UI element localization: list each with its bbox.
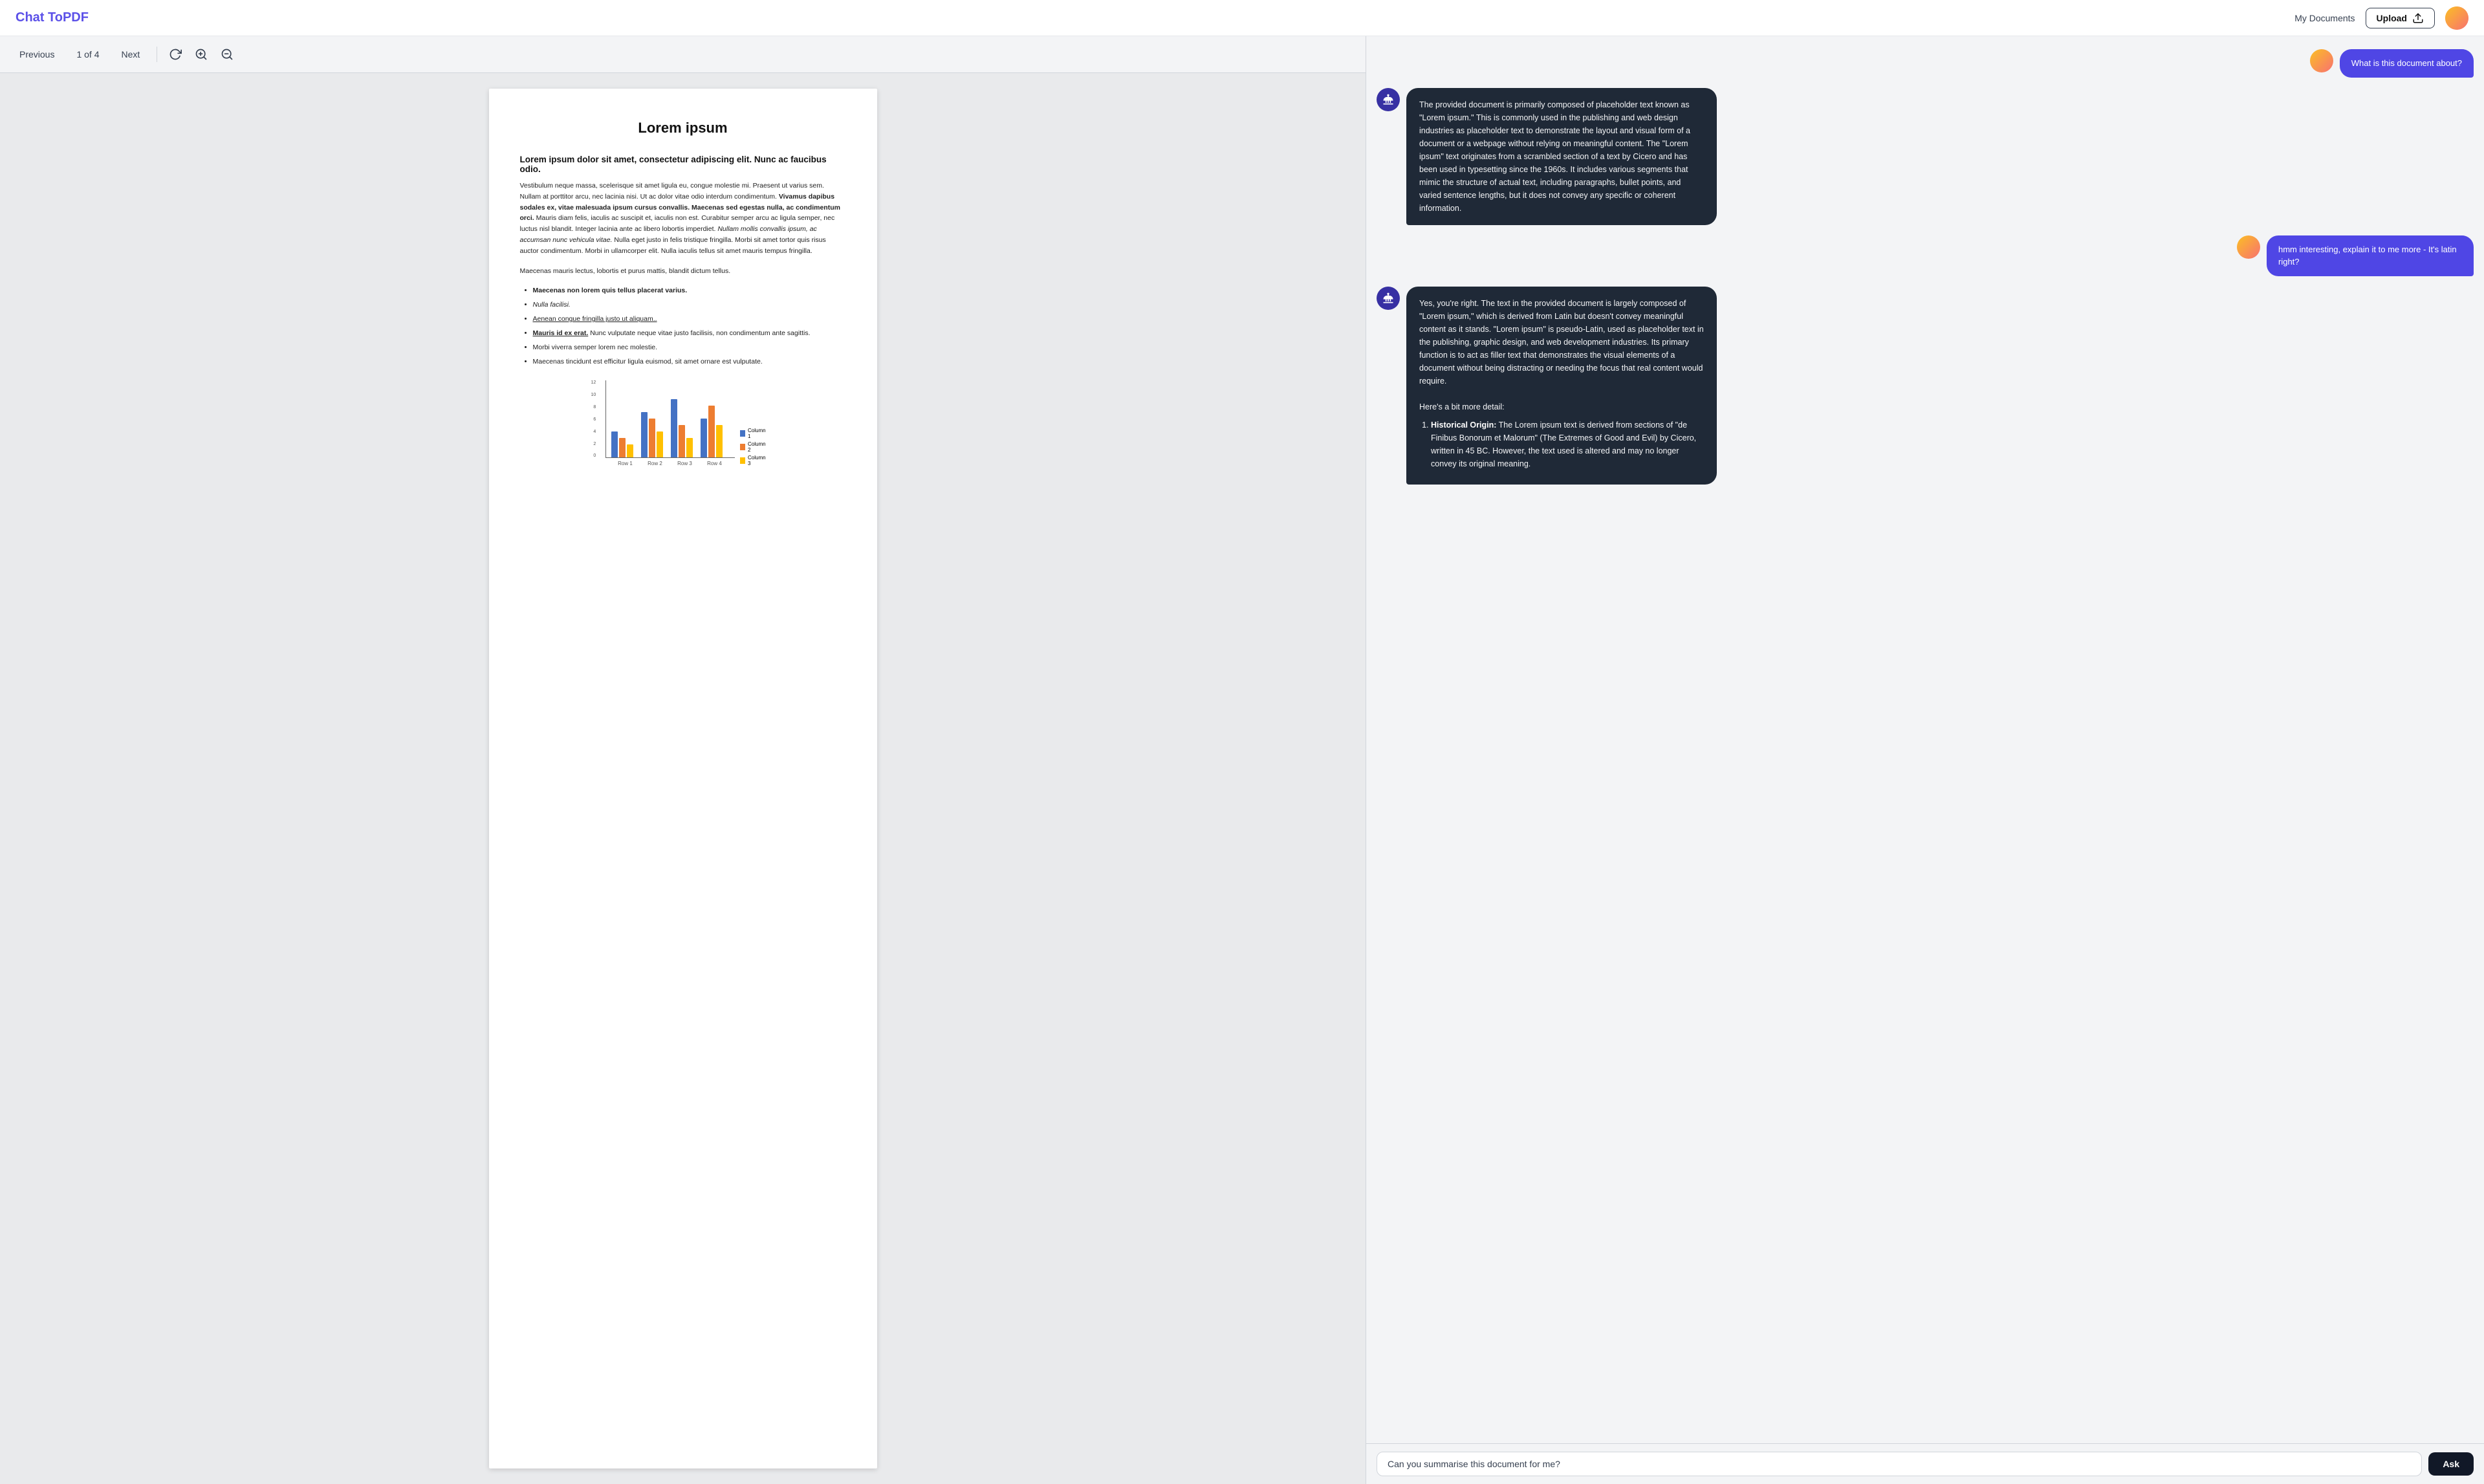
list-item: Maecenas non lorem quis tellus placerat … <box>533 285 846 297</box>
chart-body: 12 10 8 6 4 2 0 <box>605 380 735 466</box>
bot-avatar-2 <box>1377 287 1400 310</box>
bar-col2 <box>708 406 715 457</box>
pdf-section-heading: Lorem ipsum dolor sit amet, consectetur … <box>520 155 846 174</box>
upload-label: Upload <box>2377 13 2407 23</box>
list-item: Mauris id ex erat. Nunc vulputate neque … <box>533 328 846 340</box>
y-axis-labels: 12 10 8 6 4 2 0 <box>591 380 596 458</box>
user-bubble-1: What is this document about? <box>2340 49 2474 78</box>
previous-button[interactable]: Previous <box>10 45 63 63</box>
header: Chat ToPDF My Documents Upload <box>0 0 2484 36</box>
bar-group-row1 <box>611 431 633 457</box>
header-right: My Documents Upload <box>2294 6 2468 30</box>
legend-item-col3: Column 3 <box>740 455 767 466</box>
page-indicator: 1 of 4 <box>69 45 107 63</box>
legend-label-col1: Column 1 <box>748 428 767 439</box>
list-item: Aenean congue fringilla justo ut aliquam… <box>533 314 846 325</box>
chart-legend: Column 1 Column 2 Column 3 <box>740 428 767 466</box>
bar-col3 <box>716 425 723 457</box>
ask-button[interactable]: Ask <box>2428 1452 2474 1476</box>
y-label: 0 <box>591 453 596 458</box>
bar-col1 <box>701 419 707 457</box>
logo-accent: PDF <box>63 10 89 25</box>
y-label: 8 <box>591 405 596 409</box>
x-label-row1: Row 1 <box>618 461 633 466</box>
list-item: Nulla facilisi. <box>533 300 846 311</box>
bar-col1 <box>611 431 618 457</box>
next-button[interactable]: Next <box>113 45 149 63</box>
bar-col2 <box>679 425 685 457</box>
message-row-bot-2: Yes, you're right. The text in the provi… <box>1377 287 2474 485</box>
zoom-in-icon <box>195 48 208 61</box>
legend-dot-col1 <box>740 430 746 437</box>
upload-button[interactable]: Upload <box>2366 8 2435 28</box>
logo: Chat ToPDF <box>16 10 89 25</box>
legend-dot-col2 <box>740 444 746 450</box>
chat-messages: What is this document about? The provide… <box>1366 36 2484 1443</box>
bot-bubble-2: Yes, you're right. The text in the provi… <box>1406 287 1717 485</box>
chat-input[interactable] <box>1377 1452 2422 1476</box>
x-label-row4: Row 4 <box>707 461 722 466</box>
legend-dot-col3 <box>740 457 746 464</box>
x-label-row3: Row 3 <box>677 461 692 466</box>
list-item: Morbi viverra semper lorem nec molestie. <box>533 342 846 354</box>
bar-col2 <box>619 438 626 457</box>
upload-icon <box>2412 12 2424 24</box>
user-bubble-2: hmm interesting, explain it to me more -… <box>2267 235 2474 276</box>
pdf-list: Maecenas non lorem quis tellus placerat … <box>533 285 846 367</box>
refresh-button[interactable] <box>165 44 186 65</box>
pdf-paragraph-2: Maecenas mauris lectus, lobortis et puru… <box>520 266 846 277</box>
user-avatar-1 <box>2310 49 2333 72</box>
legend-label-col3: Column 3 <box>748 455 767 466</box>
x-axis-labels: Row 1 Row 2 Row 3 Row 4 <box>605 458 735 466</box>
message-row-bot-1: The provided document is primarily compo… <box>1377 88 2474 225</box>
y-label: 2 <box>591 442 596 446</box>
avatar-image <box>2445 6 2468 30</box>
bot-avatar-1 <box>1377 88 1400 111</box>
avatar[interactable] <box>2445 6 2468 30</box>
chart-container: 12 10 8 6 4 2 0 <box>605 380 761 466</box>
refresh-icon <box>169 48 182 61</box>
chat-input-area: Ask <box>1366 1443 2484 1484</box>
y-label: 6 <box>591 417 596 422</box>
chat-panel: What is this document about? The provide… <box>1366 36 2484 1484</box>
bar-col3 <box>627 444 633 457</box>
bar-col2 <box>649 419 655 457</box>
message-row-user-2: hmm interesting, explain it to me more -… <box>1377 235 2474 276</box>
pdf-paragraph-1: Vestibulum neque massa, scelerisque sit … <box>520 180 846 257</box>
logo-text-chat: Chat To <box>16 10 63 25</box>
bar-col3 <box>657 431 663 457</box>
user-avatar-2 <box>2237 235 2260 259</box>
bar-group-row4 <box>701 406 723 457</box>
pdf-page: Lorem ipsum Lorem ipsum dolor sit amet, … <box>489 89 877 1468</box>
bot-icon <box>1382 93 1395 106</box>
zoom-in-button[interactable] <box>191 44 212 65</box>
chart-area <box>605 380 735 458</box>
bar-group-row2 <box>641 412 663 457</box>
my-documents-button[interactable]: My Documents <box>2294 13 2355 23</box>
legend-item-col2: Column 2 <box>740 441 767 453</box>
chart-wrapper: 12 10 8 6 4 2 0 <box>605 380 761 466</box>
pdf-title: Lorem ipsum <box>520 120 846 136</box>
list-item: Maecenas tincidunt est efficitur ligula … <box>533 356 846 368</box>
x-label-row2: Row 2 <box>648 461 662 466</box>
legend-label-col2: Column 2 <box>748 441 767 453</box>
bar-group-row3 <box>671 399 693 457</box>
pdf-panel: Previous 1 of 4 Next <box>0 36 1366 1484</box>
bot-icon <box>1382 292 1395 305</box>
legend-item-col1: Column 1 <box>740 428 767 439</box>
zoom-out-icon <box>221 48 234 61</box>
y-label: 12 <box>591 380 596 385</box>
main-layout: Previous 1 of 4 Next <box>0 36 2484 1484</box>
zoom-out-button[interactable] <box>217 44 237 65</box>
y-label: 4 <box>591 430 596 434</box>
y-label: 10 <box>591 393 596 397</box>
bar-col1 <box>671 399 677 457</box>
bot-bubble-1: The provided document is primarily compo… <box>1406 88 1717 225</box>
pdf-toolbar: Previous 1 of 4 Next <box>0 36 1366 73</box>
pdf-content-area: Lorem ipsum Lorem ipsum dolor sit amet, … <box>0 73 1366 1484</box>
bar-col1 <box>641 412 648 457</box>
message-row-user-1: What is this document about? <box>1377 49 2474 78</box>
bar-col3 <box>686 438 693 457</box>
list-item-link[interactable]: Aenean congue fringilla justo ut aliquam… <box>533 315 657 323</box>
